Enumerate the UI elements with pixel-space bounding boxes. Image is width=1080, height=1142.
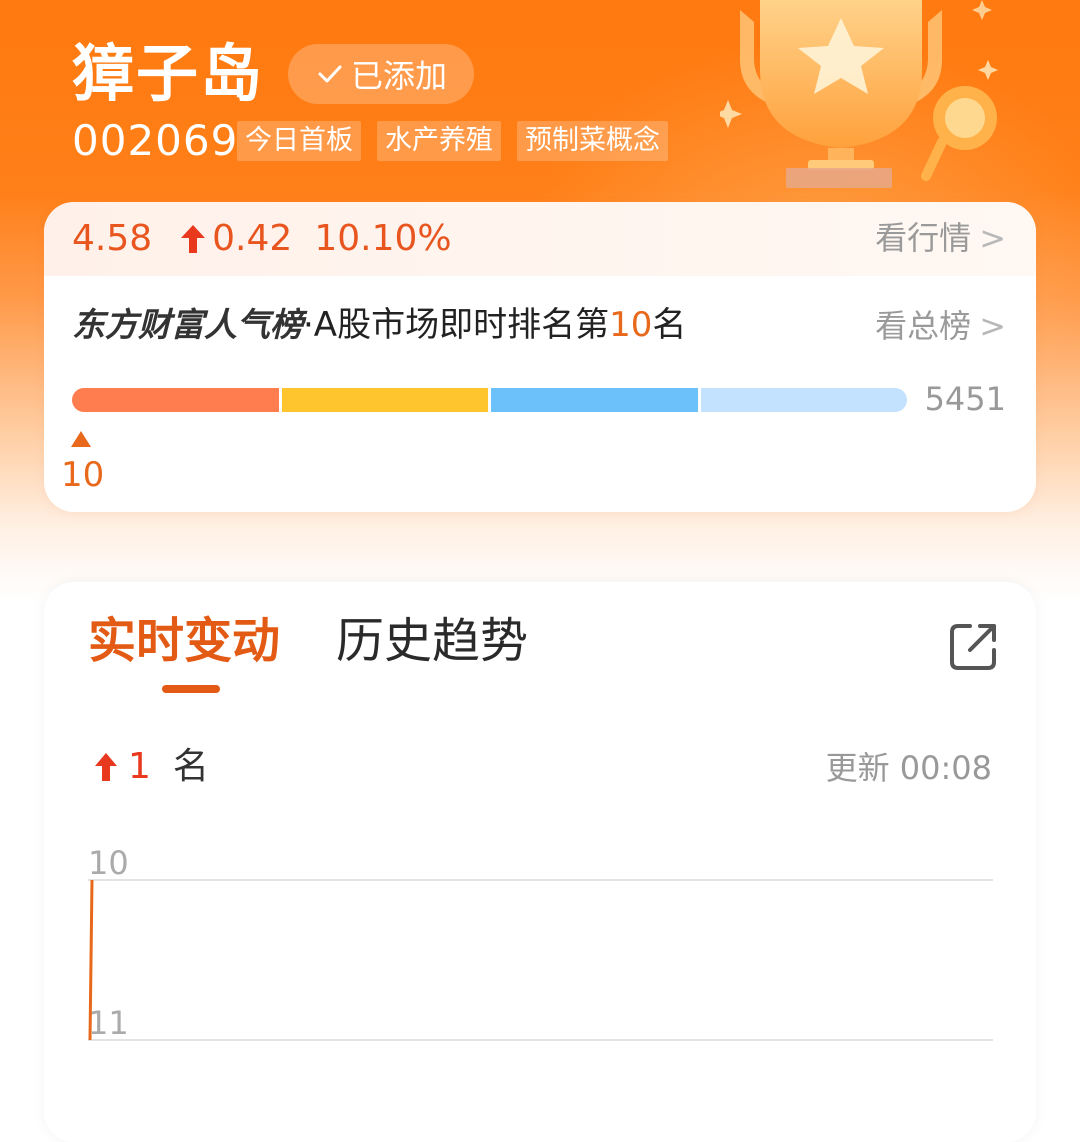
chevron-right-icon: > — [979, 219, 1006, 257]
tab-history[interactable]: 历史趋势 — [336, 610, 528, 672]
rank-change: 1 名 — [94, 744, 209, 790]
up-arrow-icon — [95, 753, 117, 781]
change-value: 0.42 — [212, 218, 293, 259]
share-icon[interactable] — [946, 618, 1002, 674]
popularity-rank-line: 东方财富人气榜 ·A股市场即时排名第 10 名 — [72, 302, 686, 348]
update-time: 更新 00:08 — [825, 749, 992, 787]
rank-bar-segment-1 — [72, 388, 279, 412]
chart-series-line — [88, 879, 94, 1041]
added-label: 已添加 — [350, 57, 447, 95]
tab-realtime[interactable]: 实时变动 — [88, 610, 280, 672]
trophy-illustration — [720, 0, 998, 188]
view-market-label: 看行情 — [875, 219, 972, 257]
rank-marker-icon — [71, 431, 91, 447]
rank-change-unit: 名 — [172, 746, 209, 787]
view-market-link[interactable]: 看行情 > — [875, 216, 1006, 260]
stock-code: 002069 — [72, 116, 239, 165]
active-tab-indicator — [162, 685, 220, 693]
price-value: 4.58 — [72, 218, 153, 259]
rank-trend-chart: 10 11 — [88, 844, 993, 1042]
tag-prepared-food: 预制菜概念 — [517, 121, 668, 161]
rank-text-suffix: 名 — [652, 305, 687, 345]
popularity-brand: 东方财富人气榜 — [72, 305, 303, 344]
rank-bar-segment-2 — [281, 388, 488, 412]
quote-line: 4.58 0.42 10.10% — [72, 216, 452, 262]
rank-bar-segment-3 — [491, 388, 698, 412]
up-arrow-icon — [181, 225, 206, 253]
chart-y-tick-label: 11 — [88, 1004, 129, 1042]
stock-name: 獐子岛 — [72, 37, 265, 110]
realtime-card: 实时变动 历史趋势 1 名 更新 00:08 10 11 — [44, 582, 1036, 1142]
stock-tags: 今日首板 水产养殖 预制菜概念 — [237, 121, 668, 161]
view-total-link[interactable]: 看总榜 > — [875, 304, 1006, 348]
check-icon — [318, 65, 342, 83]
rank-bar-segment-4 — [700, 388, 907, 412]
rank-text-prefix: ·A股市场即时排名第 — [303, 305, 610, 345]
tag-first-limit-up: 今日首板 — [237, 121, 361, 161]
added-to-watchlist-button[interactable]: 已添加 — [288, 44, 474, 104]
view-total-label: 看总榜 — [875, 307, 972, 345]
rank-total-count: 5451 — [924, 380, 1006, 418]
chevron-right-icon: > — [979, 307, 1006, 345]
chart-y-tick-label: 10 — [88, 844, 129, 882]
rank-position-bar — [72, 388, 907, 412]
change-percent: 10.10% — [314, 218, 452, 259]
rank-marker-value: 10 — [61, 455, 105, 495]
rank-change-value: 1 — [128, 746, 151, 787]
tag-aquaculture: 水产养殖 — [377, 121, 501, 161]
rank-number: 10 — [609, 305, 653, 345]
ranking-card: 4.58 0.42 10.10% 看行情 > 东方财富人气榜 ·A股市场即时排名… — [44, 202, 1036, 512]
